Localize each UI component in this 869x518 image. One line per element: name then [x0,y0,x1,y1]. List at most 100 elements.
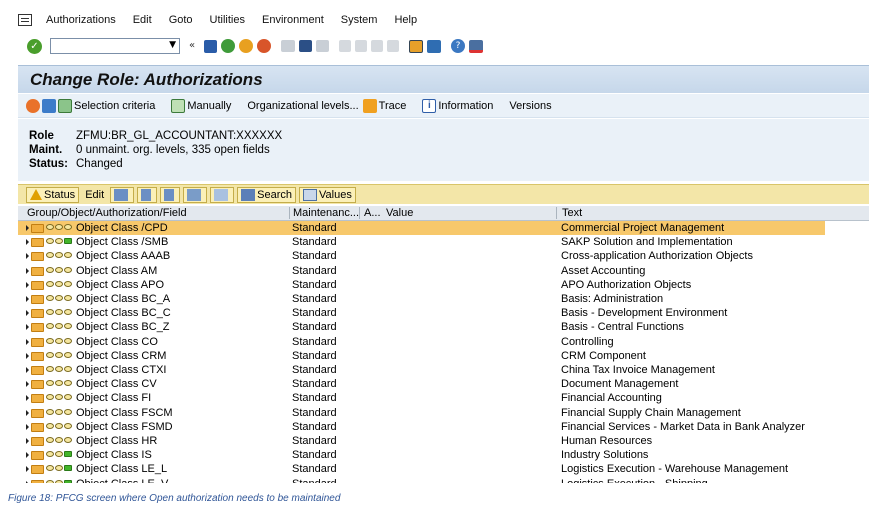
print-icon[interactable] [281,40,295,52]
table-row[interactable]: Object Class CV Standard Document Manageme… [18,377,825,391]
maintenance-status: Standard [292,278,337,291]
expand-arrow-icon[interactable] [26,338,29,345]
change-icon[interactable] [26,98,40,113]
table-row[interactable]: Object Class BC_A Standard Basis: Administ… [18,292,825,306]
expand-arrow-icon[interactable] [26,466,29,473]
table-row[interactable]: Object Class FSMD Standard Financial Servi… [18,420,825,434]
cancel-icon[interactable] [257,39,271,53]
expand-arrow-icon[interactable] [26,352,29,359]
table-row[interactable]: Object Class LE_V Standard Logistics Execu… [18,477,825,483]
selection-criteria-button[interactable]: Selection criteria [58,98,155,113]
table-row[interactable]: Object Class HR Standard Human Resources [18,434,825,448]
enter-check-icon[interactable]: ✓ [27,38,42,54]
table-row[interactable]: Object Class AM Standard Asset Accounting [18,264,825,278]
first-page-icon[interactable] [339,40,351,52]
find-next-icon[interactable] [316,40,329,52]
last-page-icon[interactable] [387,40,399,52]
maintenance-status: Standard [292,477,337,483]
table-row[interactable]: Object Class FI Standard Financial Account… [18,391,825,405]
information-button[interactable]: i Information [422,98,493,113]
values-button[interactable]: Values [299,186,356,203]
back-icon[interactable] [221,39,235,53]
previous-page-icon[interactable] [355,40,367,52]
status-row: Status: Changed [29,157,869,171]
table-row[interactable]: Object Class /SMB Standard SAKP Solution a… [18,235,825,249]
expand-arrow-icon[interactable] [26,409,29,416]
save-icon[interactable] [204,39,217,53]
collapse-button[interactable] [137,186,158,203]
col-text[interactable]: Text [562,207,582,219]
table-row[interactable]: Object Class CRM Standard CRM Component [18,349,825,363]
expand-arrow-icon[interactable] [26,296,29,302]
table-row[interactable]: Object Class CO Standard Controlling [18,335,825,349]
expand-arrow-icon[interactable] [26,310,29,317]
role-value: ZFMU:BR_GL_ACCOUNTANT:XXXXXX [76,130,283,142]
table-row[interactable]: Object Class /CPD Standard Commercial Proj… [18,221,825,236]
status-button[interactable]: Status [26,186,80,203]
menu-system[interactable]: System [341,14,378,26]
manually-button[interactable]: Manually [171,98,231,113]
print-tree-button[interactable] [183,186,208,203]
table-row[interactable]: Object Class BC_C Standard Basis - Develop… [18,306,825,320]
menu-goto[interactable]: Goto [169,14,193,26]
maintenance-status: Standard [292,463,337,476]
expand-arrow-icon[interactable] [26,480,29,483]
expand-button[interactable] [160,186,181,203]
search-button-label: Search [257,188,293,201]
expand-arrow-icon[interactable] [26,367,29,373]
expand-arrow-icon[interactable] [26,253,29,260]
expand-all-button[interactable] [110,186,135,203]
back-history-icon[interactable]: « [184,38,200,54]
expand-arrow-icon[interactable] [26,438,29,444]
next-page-icon[interactable] [371,40,383,52]
expand-arrow-icon[interactable] [26,239,29,246]
table-row[interactable]: Object Class APO Standard APO Authorizatio… [18,278,825,292]
table-row[interactable]: Object Class AAAB Standard Cross-applicati… [18,249,825,263]
new-session-icon[interactable] [409,39,423,53]
object-class-name: Object Class BC_C [76,307,171,320]
versions-button[interactable]: Versions [509,100,551,112]
table-row[interactable]: Object Class BC_Z Standard Basis - Central… [18,320,825,334]
expand-arrow-icon[interactable] [26,324,29,331]
customize-layout-icon[interactable] [469,39,483,53]
menu-utilities[interactable]: Utilities [210,14,245,26]
expand-arrow-icon[interactable] [26,395,29,402]
menu-icon[interactable] [18,14,32,26]
chevron-down-icon[interactable]: ▼ [169,40,176,50]
table-row[interactable]: Object Class CTXI Standard China Tax Invoi… [18,363,825,377]
find-icon[interactable] [299,40,312,52]
col-maintenance[interactable]: Maintenanc... [293,207,359,219]
maint-label: Maint. [29,144,63,156]
object-class-text: Financial Services - Market Data in Bank… [561,420,805,433]
expand-arrow-icon[interactable] [26,423,29,430]
col-value[interactable]: Value [386,207,413,219]
expand-arrow-icon[interactable] [26,267,29,274]
object-class-text: Basis - Development Environment [561,307,728,320]
expand-arrow-icon[interactable] [26,281,29,288]
layout-button[interactable] [210,186,235,203]
table-row[interactable]: Object Class FSCM Standard Financial Suppl… [18,406,825,420]
search-button[interactable]: Search [237,186,297,203]
edit-button[interactable]: Edit [82,187,107,203]
expand-arrow-icon[interactable] [26,452,29,459]
folder-icon [31,266,44,276]
maintenance-status: Standard [292,406,337,419]
exit-icon[interactable] [239,39,253,53]
menu-authorizations[interactable]: Authorizations [46,14,116,26]
menu-help[interactable]: Help [394,14,417,26]
trace-button[interactable]: Trace [362,98,406,113]
menu-edit[interactable]: Edit [133,14,152,26]
table-row[interactable]: Object Class LE_L Standard Logistics Execu… [18,462,825,476]
expand-arrow-icon[interactable] [26,381,29,388]
shortcut-icon[interactable] [427,39,441,53]
trash-icon[interactable] [42,98,56,113]
object-class-name: Object Class BC_A [76,293,171,305]
menu-environment[interactable]: Environment [262,14,324,26]
help-icon[interactable]: ? [451,39,465,53]
expand-arrow-icon[interactable] [26,225,29,231]
col-group[interactable]: Group/Object/Authorization/Field [27,207,187,219]
table-row[interactable]: Object Class IS Standard Industry Solution… [18,448,825,462]
org-levels-button[interactable]: Organizational levels... [247,100,358,112]
col-a[interactable]: A... [364,207,381,219]
command-field[interactable]: ▼ [50,38,180,54]
